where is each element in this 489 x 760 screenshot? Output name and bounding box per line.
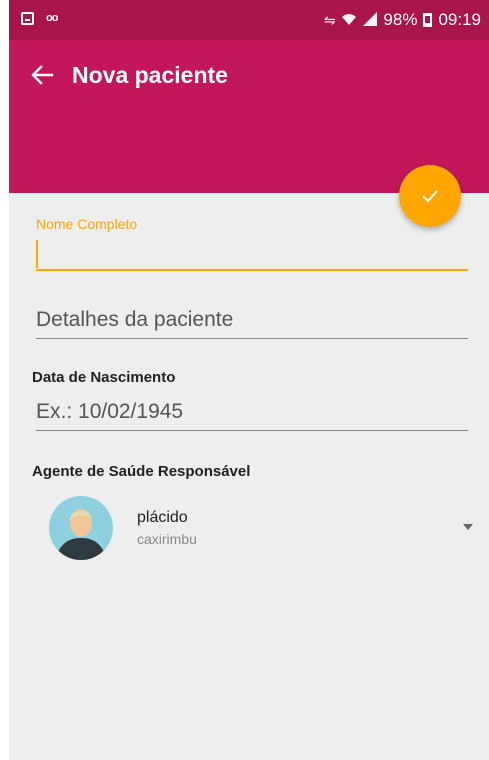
wifi-icon [341,12,357,29]
status-bar: oo ⇋ 98% 09:19 [9,0,489,40]
details-field [36,304,468,344]
agent-name: plácido [137,509,188,526]
vibrate-icon: ⇋ [323,11,336,28]
avatar [49,496,113,560]
voicemail-icon: oo [46,12,58,24]
page-title: Nova paciente [72,62,228,88]
name-underline [36,269,468,271]
agent-location: caxirimbu [137,531,197,547]
birth-date-field [36,396,468,436]
status-time: 09:19 [438,10,481,29]
battery-icon [423,13,433,27]
battery-percent: 98% [383,10,418,29]
check-icon [422,190,438,203]
app-screen: oo ⇋ 98% 09:19 Nova paciente Nome Comple… [9,0,489,760]
dropdown-arrow-icon [463,524,473,530]
gallery-icon [21,11,34,25]
name-field-label: Nome Completo [36,216,138,232]
birth-date-input[interactable] [36,396,468,428]
birth-date-label: Data de Nascimento [32,369,176,386]
back-button[interactable] [27,60,57,90]
birth-date-underline [36,430,468,431]
details-input[interactable] [36,304,468,336]
agent-label: Agente de Saúde Responsável [32,463,251,480]
name-field: Nome Completo [36,216,468,276]
name-input[interactable] [36,238,468,270]
details-underline [36,338,468,339]
agent-select[interactable]: plácido caxirimbu [49,496,477,560]
back-arrow-icon [31,65,54,85]
signal-icon [363,11,378,29]
